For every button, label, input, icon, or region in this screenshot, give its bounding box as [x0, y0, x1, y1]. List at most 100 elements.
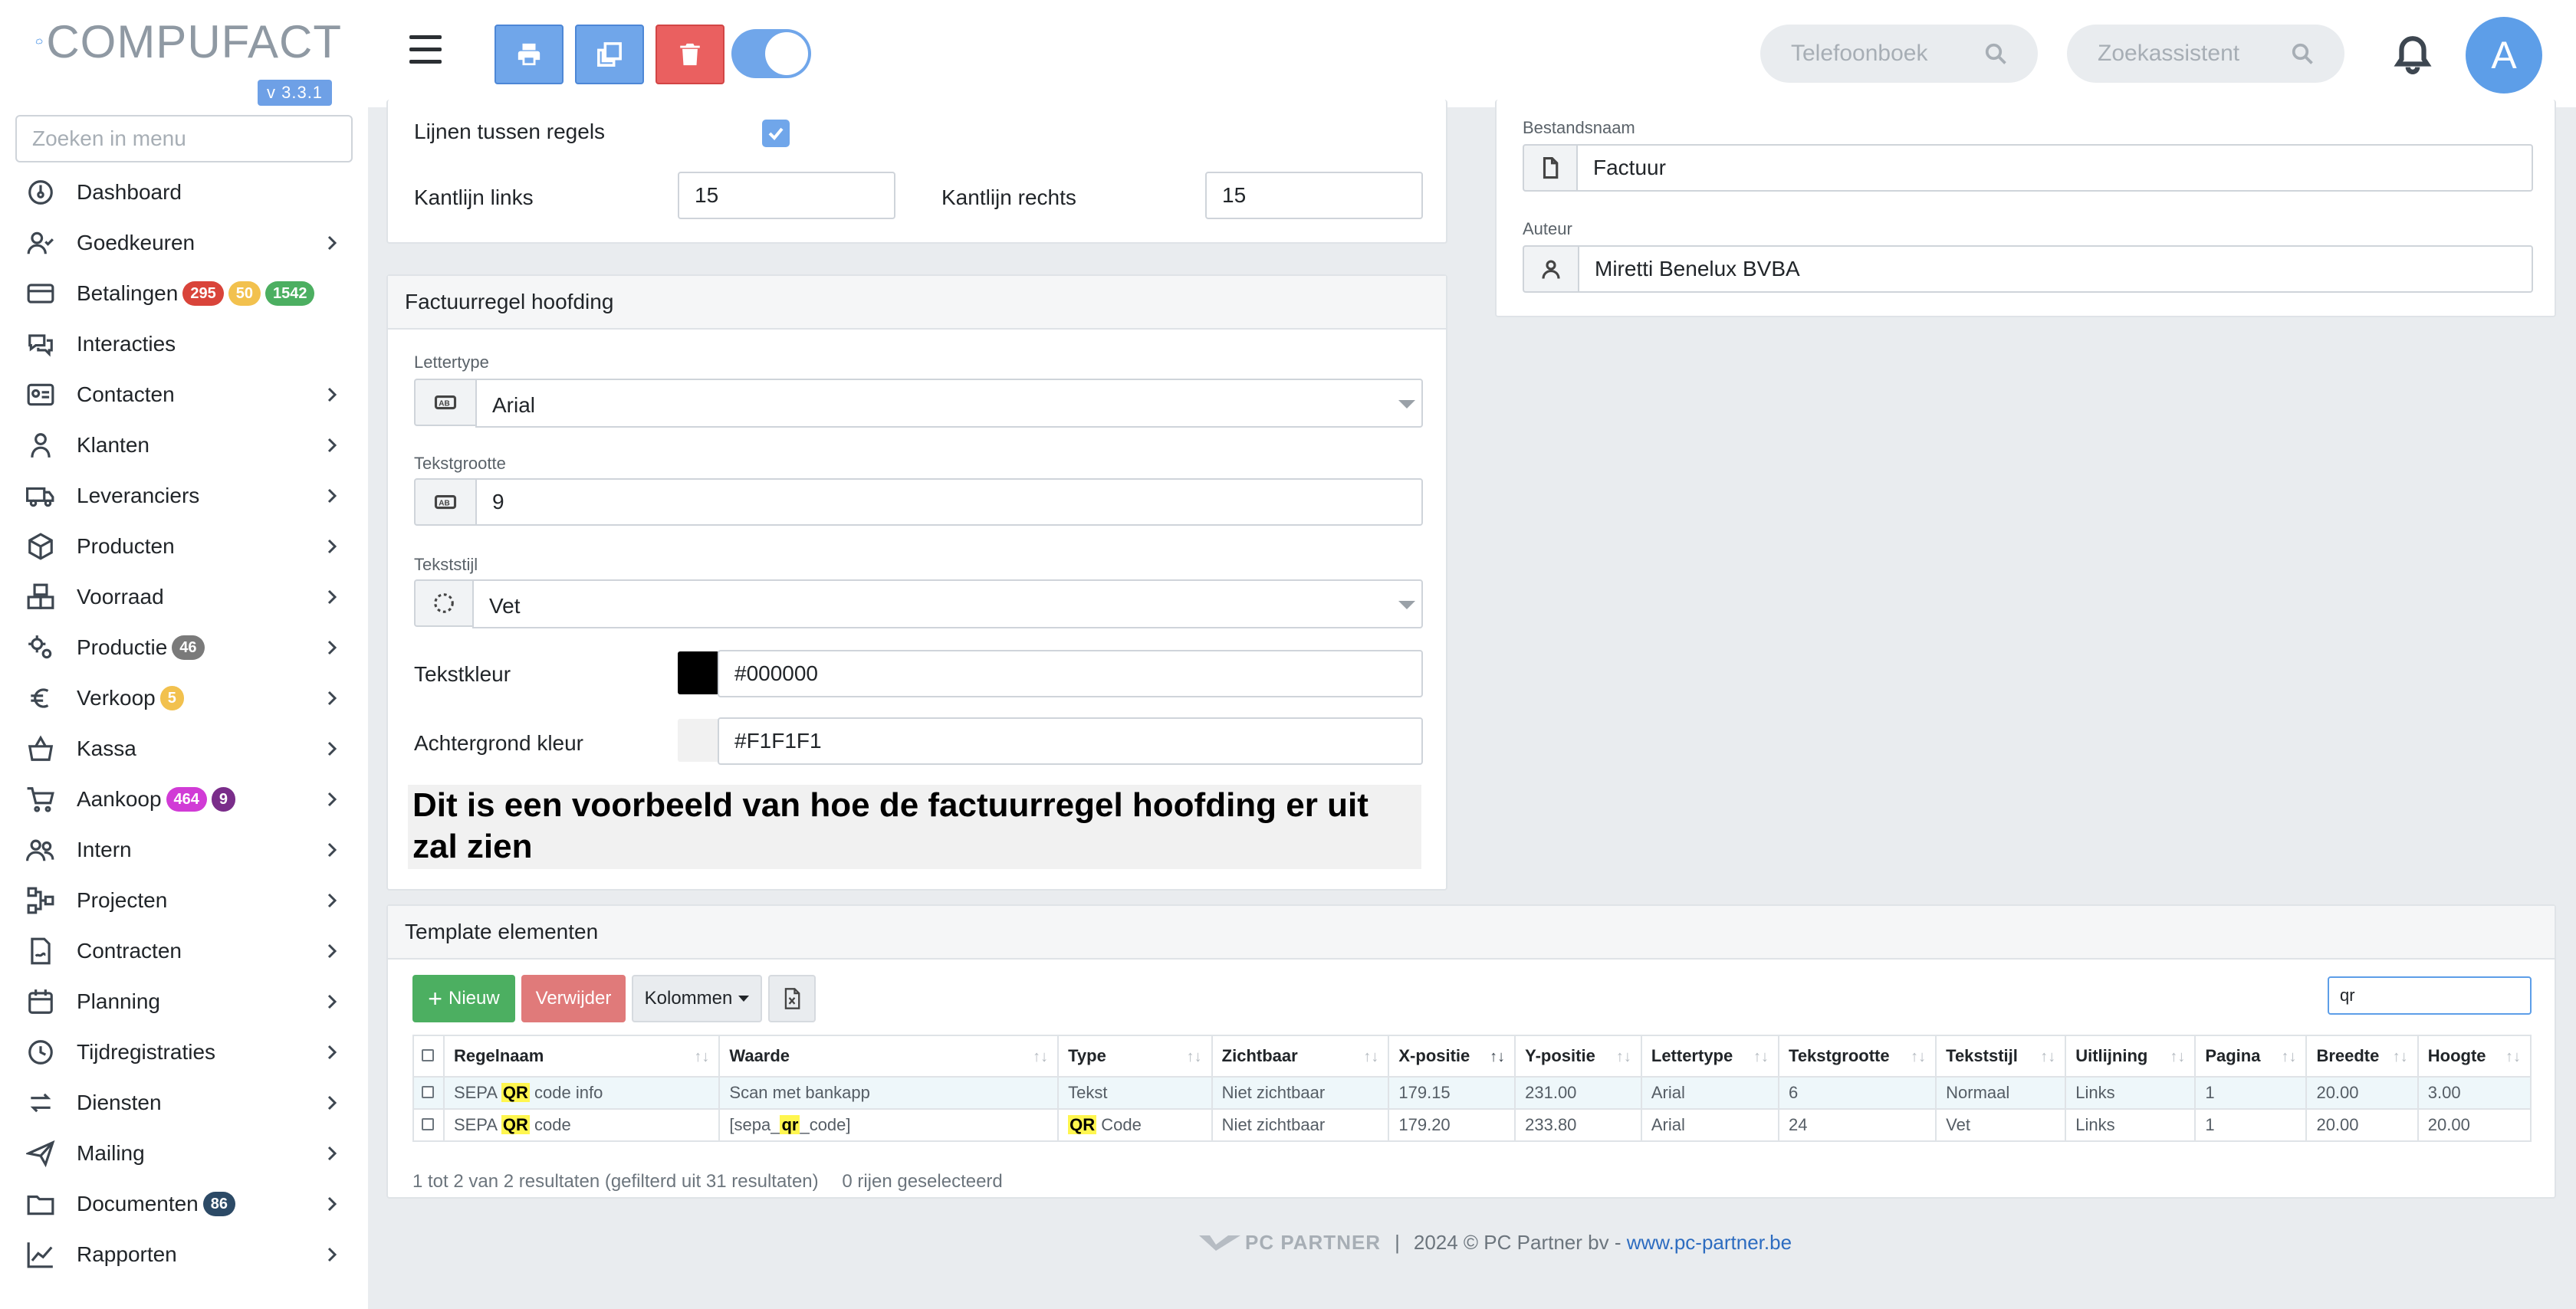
select-all-header[interactable] [412, 1035, 445, 1078]
sidebar-item-documenten[interactable]: Documenten 86 [0, 1179, 368, 1229]
column-header-pagina[interactable]: Pagina ↑↓ [2194, 1035, 2308, 1078]
cell-size: 24 [1778, 1108, 1937, 1142]
sidebar-item-intern[interactable]: Intern [0, 825, 368, 875]
text-color-input[interactable]: #000000 [718, 650, 1423, 697]
column-header-hoogte[interactable]: Hoogte ↑↓ [2417, 1035, 2532, 1078]
cell-width: 20.00 [2305, 1108, 2419, 1142]
lines-between-rows-checkbox[interactable] [762, 120, 790, 147]
sidebar-item-diensten[interactable]: Diensten [0, 1078, 368, 1128]
chevron-right-icon [325, 437, 339, 453]
columns-dropdown-button[interactable]: Kolommen [632, 975, 762, 1022]
search-assistant[interactable]: Zoekassistent [2067, 25, 2344, 83]
topbar: Telefoonboek Zoekassistent A [368, 0, 2576, 107]
cell-regelnaam: SEPA QR code info [442, 1076, 721, 1110]
new-element-button[interactable]: + Nieuw [412, 975, 515, 1022]
check-icon [768, 127, 784, 140]
sidebar-item-label: Aankoop [77, 787, 162, 811]
row-select-cell[interactable] [412, 1108, 445, 1142]
filename-input[interactable]: Factuur [1576, 144, 2533, 192]
sidebar-item-label: Projecten [77, 888, 168, 912]
search-highlight: QR [501, 1083, 530, 1102]
hamburger-menu-button[interactable] [409, 35, 442, 66]
table-search-input[interactable]: qr [2328, 976, 2532, 1015]
column-header-tekststijl[interactable]: Tekststijl ↑↓ [1935, 1035, 2067, 1078]
column-header-zichtbaar[interactable]: Zichtbaar ↑↓ [1211, 1035, 1390, 1078]
chevron-down-icon [1398, 400, 1415, 408]
sidebar-item-rapporten[interactable]: Rapporten [0, 1229, 368, 1280]
mode-toggle[interactable] [731, 29, 811, 78]
cell-zichtbaar: Niet zichtbaar [1211, 1108, 1390, 1142]
user-avatar[interactable]: A [2466, 17, 2542, 94]
users-icon [25, 834, 57, 866]
phonebook-search[interactable]: Telefoonboek [1760, 25, 2038, 83]
column-header-type[interactable]: Type ↑↓ [1057, 1035, 1213, 1078]
table-row[interactable]: SEPA QR code info Scan met bankapp Tekst Ni… [412, 1076, 2532, 1110]
column-header-regelnaam[interactable]: Regelnaam ↑↓ [442, 1035, 721, 1078]
chevron-right-icon [325, 690, 339, 706]
margin-left-input[interactable]: 15 [678, 172, 895, 219]
column-header-breedte[interactable]: Breedte ↑↓ [2305, 1035, 2419, 1078]
sidebar-item-label: Mailing [77, 1141, 145, 1165]
delete-button[interactable] [656, 25, 724, 84]
menu-search-input[interactable] [15, 115, 353, 162]
sidebar-item-aankoop[interactable]: Aankoop 464 9 [0, 774, 368, 825]
sidebar-item-producten[interactable]: Producten [0, 521, 368, 572]
column-header-x-positie[interactable]: X-positie ↑↓ [1388, 1035, 1516, 1078]
compufact-logo[interactable]: COMPUFACT [35, 11, 342, 72]
font-icon-addon: AB [414, 379, 475, 426]
size-input[interactable]: 9 [475, 478, 1423, 526]
sidebar-item-klanten[interactable]: Klanten [0, 420, 368, 471]
count-badge: 86 [202, 1192, 236, 1216]
footer-website-link[interactable]: www.pc-partner.be [1627, 1231, 1792, 1255]
notifications-bell-icon[interactable] [2394, 34, 2432, 75]
svg-text:AB: AB [439, 499, 449, 507]
row-select-cell[interactable] [412, 1076, 445, 1110]
export-excel-button[interactable] [768, 975, 816, 1022]
column-header-tekstgrootte[interactable]: Tekstgrootte ↑↓ [1778, 1035, 1937, 1078]
chevron-right-icon [325, 1094, 339, 1111]
chevron-right-icon [325, 639, 339, 655]
select-all-checkbox[interactable] [422, 1049, 434, 1061]
cell-size: 6 [1778, 1076, 1937, 1110]
font-select[interactable]: Arial [475, 379, 1423, 428]
sidebar-item-mailing[interactable]: Mailing [0, 1128, 368, 1179]
sidebar-item-verkoop[interactable]: Verkoop 5 [0, 673, 368, 723]
delete-elements-button[interactable]: Verwijder [521, 975, 626, 1022]
column-header-y-positie[interactable]: Y-positie ↑↓ [1514, 1035, 1642, 1078]
author-input[interactable]: Miretti Benelux BVBA [1578, 245, 2533, 293]
sidebar-item-goedkeuren[interactable]: Goedkeuren [0, 218, 368, 268]
sidebar-item-dashboard[interactable]: Dashboard [0, 167, 368, 218]
layout-settings-card: Lijnen tussen regels Kantlijn links 15 K… [386, 100, 1447, 244]
sidebar-item-contracten[interactable]: Contracten [0, 926, 368, 976]
toggle-knob [765, 32, 808, 75]
cell-page: 1 [2194, 1108, 2308, 1142]
margin-right-input[interactable]: 15 [1205, 172, 1423, 219]
style-select[interactable]: Vet [472, 579, 1423, 628]
bg-color-swatch[interactable] [678, 719, 719, 762]
count-badge: 1542 [264, 281, 315, 306]
column-header-lettertype[interactable]: Lettertype ↑↓ [1640, 1035, 1780, 1078]
sidebar-item-projecten[interactable]: Projecten [0, 875, 368, 926]
duplicate-button[interactable] [575, 25, 644, 84]
row-checkbox[interactable] [422, 1118, 434, 1130]
sidebar-item-leveranciers[interactable]: Leveranciers [0, 471, 368, 521]
sidebar-item-tijdregistraties[interactable]: Tijdregistraties [0, 1027, 368, 1078]
column-header-waarde[interactable]: Waarde ↑↓ [718, 1035, 1060, 1078]
sidebar-item-interacties[interactable]: Interacties [0, 319, 368, 369]
print-button[interactable] [495, 25, 564, 84]
bg-color-input[interactable]: #F1F1F1 [718, 717, 1423, 765]
sidebar-item-kassa[interactable]: Kassa [0, 723, 368, 774]
sort-icon: ↑↓ [1033, 1048, 1049, 1065]
row-checkbox[interactable] [422, 1086, 434, 1098]
sidebar-item-contacten[interactable]: Contacten [0, 369, 368, 420]
sidebar-item-betalingen[interactable]: Betalingen 295 50 1542 [0, 268, 368, 319]
size-icon-addon: AB [414, 478, 475, 526]
sort-icon: ↑↓ [2392, 1048, 2408, 1065]
sidebar-item-productie[interactable]: Productie 46 [0, 622, 368, 673]
sidebar-item-planning[interactable]: Planning [0, 976, 368, 1027]
table-row[interactable]: SEPA QR code [sepa_qr_code] QR Code Niet zi… [412, 1108, 2532, 1142]
text-color-swatch[interactable] [678, 651, 719, 694]
chevron-right-icon [325, 487, 339, 504]
sidebar-item-voorraad[interactable]: Voorraad [0, 572, 368, 622]
column-header-uitlijning[interactable]: Uitlijning ↑↓ [2065, 1035, 2196, 1078]
